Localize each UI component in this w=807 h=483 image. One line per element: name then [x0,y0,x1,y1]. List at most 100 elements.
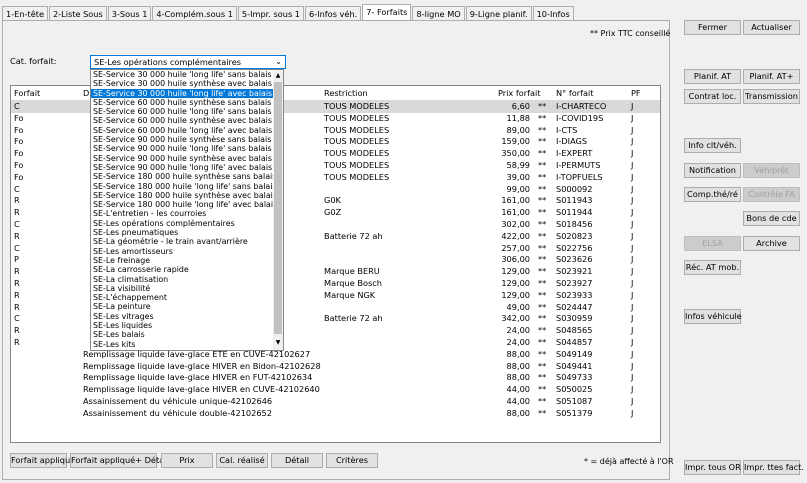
chevron-down-icon[interactable]: ⌄ [275,56,282,68]
dropdown-scrollbar[interactable]: ▲ ▼ [273,70,283,350]
tab-6[interactable]: 6-Infos véh. [305,6,362,20]
notification-button[interactable]: Notification [684,163,741,178]
dropdown-option[interactable]: SE-Service 90 000 huile 'long life' sans… [91,144,283,153]
cell-pf: J [631,207,634,218]
cell-no-forfait: S051087 [556,396,593,406]
planif-at-plus-button[interactable]: Planif. AT+ [743,69,800,84]
info-clt-veh-button[interactable]: Info clt/véh. [684,138,741,153]
dropdown-option[interactable]: SE-Le freinage [91,256,283,265]
dropdown-option[interactable]: SE-Les amortisseurs [91,247,283,256]
dropdown-option[interactable]: SE-La carrosserie rapide [91,265,283,274]
cat-forfait-value: SE-Les opérations complémentaires [94,57,242,67]
cal-realise-button[interactable]: Cal. réalisé [216,453,268,468]
veh-pret-button[interactable]: Véh/prêt [743,163,800,178]
cell-forfait: R [14,289,20,300]
tab-4[interactable]: 4-Complém.sous 1 [152,6,237,20]
cat-forfait-dropdown[interactable]: SE-Service 30 000 huile 'long life' sans… [90,69,284,351]
table-row[interactable]: Assainissement du véhicule unique-421026… [11,396,660,408]
cell-pf: J [631,171,634,182]
dropdown-option[interactable]: SE-La climatisation [91,275,283,284]
dropdown-option[interactable]: SE-Service 30 000 huile 'long life' sans… [91,70,283,79]
dropdown-option[interactable]: SE-Service 30 000 huile synthèse avec ba… [91,79,283,88]
cell-restriction: G0Z [324,207,342,218]
elsa-button[interactable]: ELSA [684,236,741,251]
archive-button[interactable]: Archive [743,236,800,251]
dropdown-option[interactable]: SE-Les opérations complémentaires [91,219,283,228]
dropdown-option[interactable]: SE-Les liquides [91,321,283,330]
table-row[interactable]: Assainissement du véhicule double-421026… [11,408,660,420]
dropdown-option[interactable]: SE-L'entretien - les courroies [91,209,283,218]
rec-at-mob-button[interactable]: Réc. AT mob. [684,260,741,275]
col-restriction[interactable]: Restriction [324,88,368,98]
dropdown-option[interactable]: SE-Service 30 000 huile 'long life' avec… [91,88,283,98]
dropdown-option[interactable]: SE-Service 180 000 huile 'long life' san… [91,182,283,191]
dropdown-option[interactable]: SE-Service 60 000 huile 'long life' sans… [91,107,283,116]
dropdown-option[interactable]: SE-Service 60 000 huile 'long life' avec… [91,126,283,135]
cell-pf: J [631,254,634,265]
dropdown-option[interactable]: SE-La peinture [91,302,283,311]
contrat-loc-button[interactable]: Contrat loc. [684,89,741,104]
dropdown-option[interactable]: SE-Service 60 000 huile synthèse avec ba… [91,116,283,125]
col-no-forfait[interactable]: N° forfait [556,88,593,98]
impr-tous-or-button[interactable]: Impr. tous OR [684,460,741,475]
cell-prix: 129,00 [501,289,530,300]
cell-prix: 49,00 [506,301,530,312]
cat-forfait-select[interactable]: SE-Les opérations complémentaires ⌄ [90,55,286,69]
dropdown-option[interactable]: SE-Service 90 000 huile synthèse avec ba… [91,154,283,163]
dropdown-option[interactable]: SE-Service 180 000 huile synthèse sans b… [91,172,283,181]
dropdown-option[interactable]: SE-Service 180 000 huile synthèse avec b… [91,191,283,200]
dropdown-option[interactable]: SE-La géométrie - le train avant/arrière [91,237,283,246]
criteres-button[interactable]: Critères [326,453,378,468]
table-row[interactable]: Remplissage liquide lave-glace HIVER en … [11,372,660,384]
dropdown-option[interactable]: SE-Service 90 000 huile synthèse sans ba… [91,135,283,144]
dropdown-option[interactable]: SE-Service 90 000 huile 'long life' avec… [91,163,283,172]
col-designation[interactable]: D [83,88,89,98]
impr-ttes-fact-button[interactable]: Impr. ttes fact. [743,460,804,475]
tab-1[interactable]: 1-En-tête [2,6,48,20]
dropdown-option[interactable]: SE-Les vitrages [91,312,283,321]
cell-mark: ** [538,289,547,300]
fermer-button[interactable]: Fermer [684,20,741,35]
dropdown-option[interactable]: SE-Service 60 000 huile synthèse sans ba… [91,98,283,107]
forfait-applique-detail-button[interactable]: Forfait appliqué+ Détail [70,453,169,468]
cell-no-forfait: I-CTS [556,124,578,135]
prix-button[interactable]: Prix [161,453,213,468]
scroll-up-icon[interactable]: ▲ [274,72,282,80]
tab-7[interactable]: 7- Forfaits [362,4,412,20]
transmission-button[interactable]: Transmission [743,89,800,104]
tab-10[interactable]: 10-Infos [532,6,574,20]
cell-mark: ** [538,195,547,206]
dropdown-option[interactable]: SE-Les kits [91,340,283,349]
controle-fa-button[interactable]: Contrôle FA [743,187,800,202]
tab-5[interactable]: 5-Impr. sous 1 [237,6,305,20]
cell-restriction: Marque BERU [324,266,380,277]
dropdown-option[interactable]: SE-L'échappement [91,293,283,302]
forfait-applique-button[interactable]: Forfait appliqué [10,453,75,468]
col-pf[interactable]: PF [631,88,641,98]
planif-at-button[interactable]: Planif. AT [684,69,741,84]
prix-ttc-note: ** Prix TTC conseillé [590,29,671,38]
bons-de-cde-button[interactable]: Bons de cde [743,211,800,226]
actualiser-button[interactable]: Actualiser [743,20,800,35]
tab-9[interactable]: 9-Ligne planif. [465,6,532,20]
scroll-thumb[interactable] [274,82,282,334]
dropdown-option[interactable]: SE-Les balais [91,330,283,339]
tab-3[interactable]: 3-Sous 1 [107,6,152,20]
deja-affecte-note: * = déjà affecté à l'OR [584,457,674,466]
table-row[interactable]: Remplissage liquide lave-glace HIVER en … [11,384,660,396]
dropdown-option[interactable]: SE-Les pneumatiques [91,228,283,237]
scroll-down-icon[interactable]: ▼ [274,339,282,347]
tab-8[interactable]: 8-ligne MO [412,6,465,20]
infos-vehicule-button[interactable]: Infos véhicule [684,309,742,324]
dropdown-option[interactable]: SE-Service 180 000 huile 'long life' ave… [91,200,283,209]
cell-pf: J [631,337,634,347]
detail-button[interactable]: Détail [271,453,323,468]
col-prix[interactable]: Prix forfait [498,88,541,98]
comp-the-re-button[interactable]: Comp.thé/ré [684,187,741,202]
dropdown-option[interactable]: SE-La visibilité [91,284,283,293]
col-forfait[interactable]: Forfait [14,88,40,98]
cell-forfait: P [14,254,19,265]
cell-forfait: Fo [14,136,24,147]
table-row[interactable]: Remplissage liquide lave-glace HIVER en … [11,361,660,373]
tab-2[interactable]: 2-Liste Sous [48,6,107,20]
